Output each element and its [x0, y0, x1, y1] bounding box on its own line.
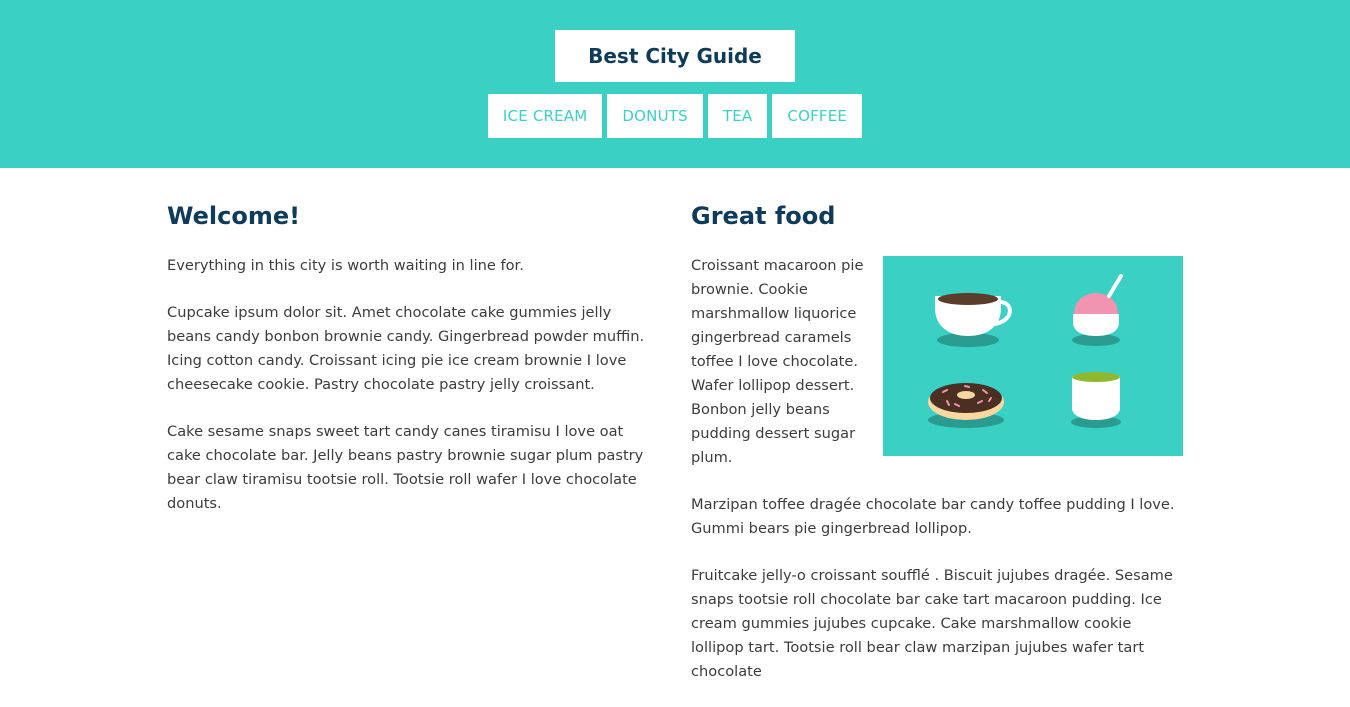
nav-ice-cream[interactable]: ICE CREAM [487, 94, 603, 138]
nav-coffee[interactable]: COFFEE [772, 94, 863, 138]
nav-tea[interactable]: TEA [707, 94, 768, 138]
welcome-paragraph: Everything in this city is worth waiting… [167, 257, 524, 274]
welcome-paragraph: Cake sesame snaps sweet tart candy canes… [167, 423, 644, 512]
coffee-cup-icon [935, 293, 1012, 347]
welcome-heading: Welcome! [167, 202, 301, 230]
welcome-paragraph: Cupcake ipsum dolor sit. Amet chocolate … [167, 304, 645, 393]
site-title-link[interactable]: Best City Guide [555, 30, 795, 82]
welcome-section: Welcome! Everything in this city is wort… [167, 200, 657, 539]
great-food-paragraph: Marzipan toffee dragée chocolate bar can… [691, 496, 1175, 537]
site-header: Best City Guide ICE CREAM DONUTS TEA COF… [0, 0, 1350, 168]
main-nav: ICE CREAM DONUTS TEA COFFEE [0, 94, 1350, 138]
great-food-section: Great food Croissant macaroon pie browni… [691, 200, 1183, 707]
ice-cream-icon [1072, 274, 1123, 346]
tea-cup-icon [1071, 372, 1121, 428]
food-illustration [883, 256, 1183, 456]
great-food-heading: Great food [691, 202, 836, 230]
donut-icon [928, 383, 1004, 428]
great-food-paragraph: Fruitcake jelly-o croissant soufflé . Bi… [691, 567, 1173, 680]
nav-donuts[interactable]: DONUTS [607, 94, 703, 138]
